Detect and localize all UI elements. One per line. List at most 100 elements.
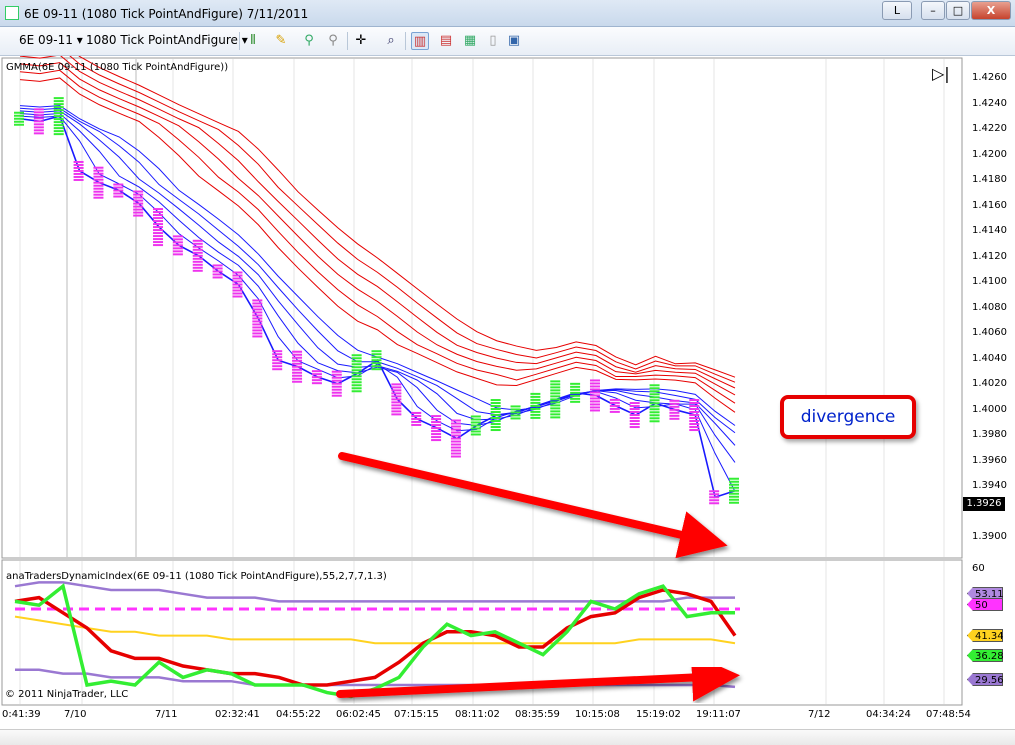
pnf-down-box bbox=[292, 359, 303, 362]
pnf-down-box bbox=[629, 402, 640, 405]
chart-area[interactable] bbox=[0, 56, 1015, 729]
pnf-down-box bbox=[669, 408, 680, 411]
pnf-down-box bbox=[252, 335, 263, 338]
pnf-down-box bbox=[192, 266, 203, 269]
bottom-scroll-strip[interactable] bbox=[0, 729, 1015, 745]
pnf-down-box bbox=[629, 426, 640, 429]
pnf-up-box bbox=[729, 498, 739, 501]
pnf-down-box bbox=[311, 370, 322, 373]
pnf-down-box bbox=[252, 332, 263, 335]
price-axis-label: 1.4120 bbox=[972, 250, 1007, 262]
chart-properties-icon[interactable]: ▦ bbox=[461, 32, 479, 50]
pnf-up-box bbox=[14, 120, 24, 123]
pnf-up-box bbox=[371, 368, 382, 371]
pnf-up-box bbox=[510, 417, 521, 420]
minimize-button[interactable]: – bbox=[921, 1, 945, 20]
bar-style-icon[interactable]: ⫴ bbox=[244, 32, 262, 50]
price-axis-label: 1.4160 bbox=[972, 199, 1007, 211]
strategies-icon[interactable]: ▤ bbox=[437, 32, 455, 50]
pnf-up-box bbox=[530, 401, 541, 404]
pnf-down-box bbox=[709, 499, 720, 502]
pnf-down-box bbox=[252, 320, 263, 323]
time-axis-label: 08:35:59 bbox=[515, 709, 560, 720]
maximize-button[interactable]: □ bbox=[946, 1, 970, 20]
close-button[interactable]: X bbox=[971, 1, 1011, 20]
pnf-down-box bbox=[311, 376, 322, 379]
pnf-up-box bbox=[510, 408, 521, 411]
price-axis-label: 1.4180 bbox=[972, 174, 1007, 185]
copy-icon[interactable]: ▯ bbox=[484, 32, 502, 50]
pnf-down-box bbox=[153, 235, 164, 238]
pnf-down-box bbox=[33, 108, 44, 111]
pnf-down-box bbox=[272, 365, 283, 368]
pnf-up-box bbox=[490, 423, 501, 426]
pnf-down-box bbox=[431, 415, 442, 418]
pnf-down-box bbox=[272, 359, 283, 362]
data-box-icon[interactable]: ▣ bbox=[505, 32, 523, 50]
pnf-up-box bbox=[351, 390, 362, 393]
indicators-icon[interactable]: ▥ bbox=[411, 32, 429, 50]
pnf-down-box bbox=[431, 424, 442, 427]
pnf-up-box bbox=[530, 413, 541, 416]
pnf-down-box bbox=[391, 398, 402, 401]
pnf-up-box bbox=[371, 353, 382, 356]
crosshair-icon[interactable]: ✛ bbox=[352, 32, 370, 50]
play-icon[interactable]: ▷| bbox=[932, 64, 950, 83]
pnf-up-box bbox=[570, 382, 581, 385]
pnf-down-box bbox=[192, 248, 203, 251]
pnf-up-box bbox=[530, 395, 541, 398]
attach-icon[interactable]: ⚲ bbox=[300, 32, 318, 50]
pnf-down-box bbox=[113, 195, 124, 198]
pnf-down-box bbox=[589, 382, 600, 385]
pnf-down-box bbox=[212, 270, 223, 273]
price-axis-label: 1.4200 bbox=[972, 148, 1007, 160]
pnf-down-box bbox=[431, 418, 442, 421]
pnf-down-box bbox=[292, 374, 303, 377]
pnf-up-box bbox=[371, 365, 382, 368]
l-button[interactable]: L bbox=[882, 1, 912, 20]
pnf-down-box bbox=[311, 373, 322, 376]
link-icon[interactable]: ⚲ bbox=[324, 32, 342, 50]
price-panel[interactable] bbox=[1, 57, 963, 559]
pnf-down-box bbox=[153, 226, 164, 229]
pnf-down-box bbox=[689, 423, 700, 426]
pnf-down-box bbox=[172, 253, 183, 256]
pnf-up-box bbox=[53, 121, 64, 124]
pnf-up-box bbox=[351, 369, 362, 372]
pnf-up-box bbox=[490, 408, 501, 411]
pnf-down-box bbox=[589, 400, 600, 403]
pencil-icon[interactable]: ✎ bbox=[272, 32, 290, 50]
pnf-down-box bbox=[93, 196, 104, 199]
pnf-up-box bbox=[351, 387, 362, 390]
pnf-down-box bbox=[589, 394, 600, 397]
pnf-down-box bbox=[172, 238, 183, 241]
pnf-down-box bbox=[153, 214, 164, 217]
pnf-down-box bbox=[33, 114, 44, 117]
pnf-up-box bbox=[490, 405, 501, 408]
pnf-down-box bbox=[589, 385, 600, 388]
pnf-down-box bbox=[629, 405, 640, 408]
pnf-down-box bbox=[33, 129, 44, 132]
pnf-down-box bbox=[93, 178, 104, 181]
pnf-down-box bbox=[669, 417, 680, 420]
pnf-down-box bbox=[153, 241, 164, 244]
pnf-down-box bbox=[153, 232, 164, 235]
pnf-up-box bbox=[729, 489, 739, 492]
pnf-down-box bbox=[331, 388, 342, 391]
pnf-down-box bbox=[629, 420, 640, 423]
instrument-selector[interactable]: 6E 09-11 ▾ bbox=[19, 33, 83, 47]
pnf-up-box bbox=[490, 402, 501, 405]
pnf-up-box bbox=[53, 127, 64, 130]
zoom-icon[interactable]: ⌕ bbox=[382, 32, 400, 50]
app-icon bbox=[5, 6, 19, 20]
pnf-down-box bbox=[113, 183, 124, 186]
pnf-down-box bbox=[589, 397, 600, 400]
pnf-down-box bbox=[450, 425, 461, 428]
pnf-down-box bbox=[252, 329, 263, 332]
period-selector[interactable]: 1080 Tick PointAndFigure ▾ bbox=[86, 33, 248, 47]
pnf-down-box bbox=[113, 189, 124, 192]
last-price-badge: 1.3926 bbox=[963, 497, 1005, 511]
pnf-down-box bbox=[311, 379, 322, 382]
time-axis-label: 7/11 bbox=[155, 709, 178, 720]
pnf-down-box bbox=[391, 413, 402, 416]
